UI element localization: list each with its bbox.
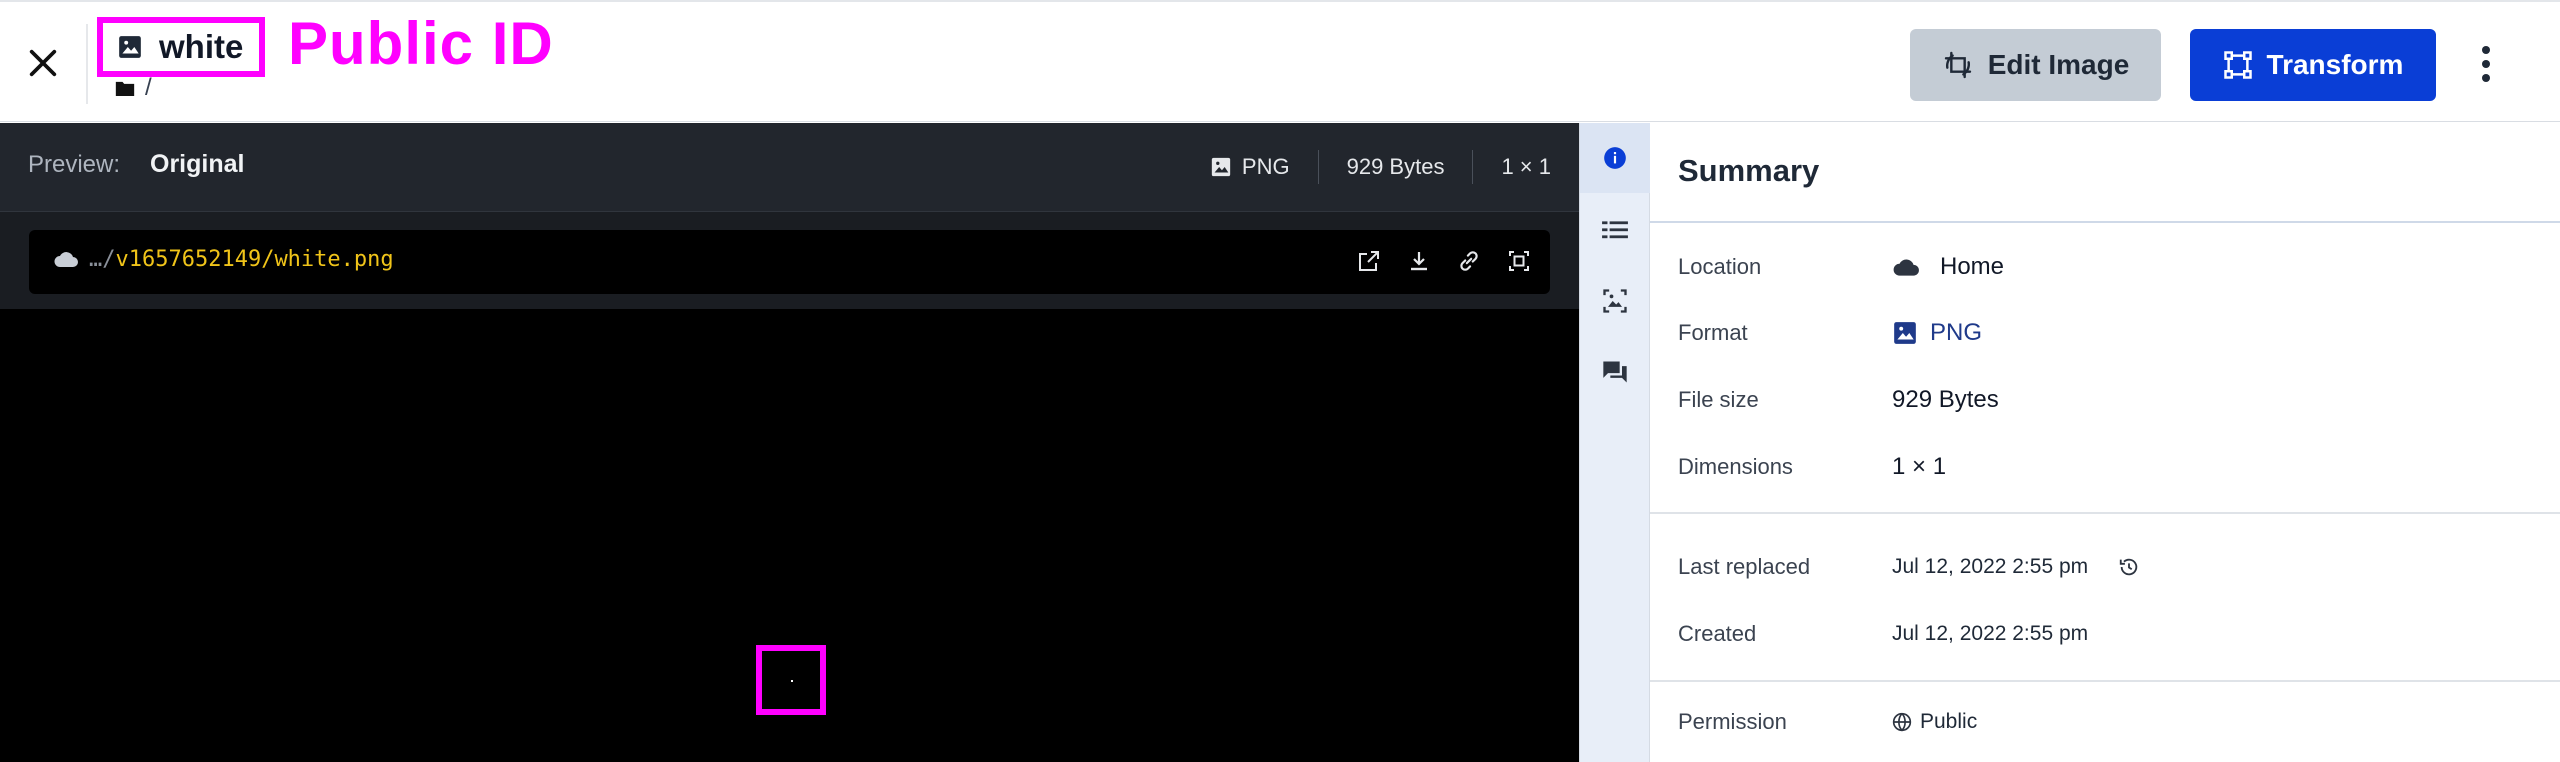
transform-button[interactable]: Transform: [2190, 29, 2436, 101]
summary-title: Summary: [1678, 153, 1820, 188]
open-in-new-icon: [1359, 251, 1379, 271]
permission-text: Public: [1920, 710, 1978, 733]
open-in-new-button[interactable]: [1352, 244, 1386, 278]
tab-comments[interactable]: [1580, 337, 1650, 407]
top-header: white Public ID / Edit Image Transform: [0, 0, 2560, 122]
asset-url-bar[interactable]: …/v1657652149/white.png: [29, 230, 1550, 294]
public-id-highlight: white: [97, 17, 265, 77]
public-id-annotation: Public ID: [288, 10, 554, 77]
fullscreen-button[interactable]: [1502, 244, 1536, 278]
format-text: PNG: [1930, 319, 1983, 346]
summary-divider: [1650, 221, 2560, 223]
more-options-button[interactable]: [2466, 40, 2506, 88]
folder-icon: [115, 81, 135, 96]
download-icon: [1411, 252, 1427, 271]
crop-rotate-icon: [1944, 51, 1971, 79]
cloud-icon: [1893, 259, 1919, 276]
image-icon: [119, 36, 141, 58]
tab-image-analysis[interactable]: [1580, 266, 1650, 336]
image-icon: [1894, 322, 1916, 344]
preview-meta: PNG 929 Bytes 1 × 1: [1182, 145, 1551, 189]
link-icon: [1460, 251, 1478, 271]
comments-icon: [1603, 361, 1627, 383]
header-divider: [86, 24, 88, 104]
list-icon: [1602, 221, 1628, 239]
edit-image-label: Edit Image: [1987, 49, 2130, 80]
close-button[interactable]: [20, 40, 66, 86]
preview-size: 929 Bytes: [1346, 154, 1445, 179]
url-path: v1657652149/white.png: [115, 247, 394, 272]
summary-row-format: Format PNG: [1678, 313, 2548, 353]
created-label: Created: [1678, 621, 1757, 646]
summary-row-permission: Permission Public: [1678, 702, 2548, 742]
location-label: Location: [1678, 254, 1762, 279]
preview-mode-select[interactable]: Original: [150, 150, 244, 179]
permission-value[interactable]: Public: [1892, 710, 1977, 734]
location-value[interactable]: Home: [1892, 253, 2004, 281]
summary-divider: [1650, 680, 2560, 682]
url-section: …/v1657652149/white.png: [0, 212, 1579, 309]
folder-path-text: /: [145, 74, 152, 101]
file-size-value: 929 Bytes: [1892, 386, 1999, 413]
edit-image-button[interactable]: Edit Image: [1910, 29, 2161, 101]
folder-path[interactable]: /: [115, 74, 152, 102]
file-size-label: File size: [1678, 387, 1759, 412]
dimensions-value: 1 × 1: [1892, 453, 1947, 480]
preview-toolbar: Preview: Original PNG 929 Bytes 1 × 1: [0, 123, 1579, 212]
asset-url[interactable]: …/v1657652149/white.png: [89, 247, 394, 272]
format-value: PNG: [1892, 319, 1982, 347]
last-replaced-value: Jul 12, 2022 2:55 pm: [1892, 555, 2140, 579]
public-id[interactable]: white: [159, 28, 243, 66]
transform-label: Transform: [2266, 49, 2404, 80]
preview-pane: Preview: Original PNG 929 Bytes 1 × 1 …/…: [0, 123, 1579, 762]
summary-row-location: Location Home: [1678, 247, 2548, 287]
summary-row-dimensions: Dimensions 1 × 1: [1678, 447, 2548, 487]
globe-icon: [1892, 712, 1912, 732]
image-analysis-icon: [1603, 289, 1627, 313]
image-highlight-box: [756, 645, 826, 715]
info-icon: [1604, 147, 1626, 169]
summary-divider: [1650, 512, 2560, 514]
close-icon: [29, 49, 57, 77]
url-actions: [1352, 244, 1536, 278]
dimensions-label: Dimensions: [1678, 454, 1793, 479]
url-prefix: …/: [89, 247, 116, 272]
last-replaced-label: Last replaced: [1678, 554, 1811, 579]
copy-link-button[interactable]: [1452, 244, 1486, 278]
cloud-icon: [54, 252, 78, 267]
summary-row-file-size: File size 929 Bytes: [1678, 380, 2548, 420]
tab-info[interactable]: [1580, 123, 1650, 193]
side-tabs: [1579, 123, 1650, 762]
permission-label: Permission: [1678, 709, 1787, 734]
history-icon[interactable]: [2118, 556, 2140, 578]
created-value: Jul 12, 2022 2:55 pm: [1892, 622, 2089, 645]
preview-label: Preview:: [28, 151, 121, 178]
summary-panel: Summary Location Home Format PNG File si…: [1650, 123, 2560, 762]
summary-row-last-replaced: Last replaced Jul 12, 2022 2:55 pm: [1678, 547, 2548, 587]
image-canvas: [0, 309, 1579, 762]
summary-row-created: Created Jul 12, 2022 2:55 pm: [1678, 614, 2548, 654]
last-replaced-text: Jul 12, 2022 2:55 pm: [1892, 555, 2089, 578]
format-label: Format: [1678, 320, 1748, 345]
transform-icon: [2223, 51, 2252, 79]
preview-image: [791, 680, 793, 682]
location-text: Home: [1940, 253, 2005, 280]
more-vert-icon: [2482, 46, 2490, 54]
preview-format: PNG: [1241, 154, 1290, 179]
download-button[interactable]: [1402, 244, 1436, 278]
tab-metadata[interactable]: [1580, 195, 1650, 265]
image-icon: [1211, 157, 1231, 177]
preview-dimensions: 1 × 1: [1501, 154, 1551, 179]
fit-screen-icon: [1509, 251, 1529, 271]
